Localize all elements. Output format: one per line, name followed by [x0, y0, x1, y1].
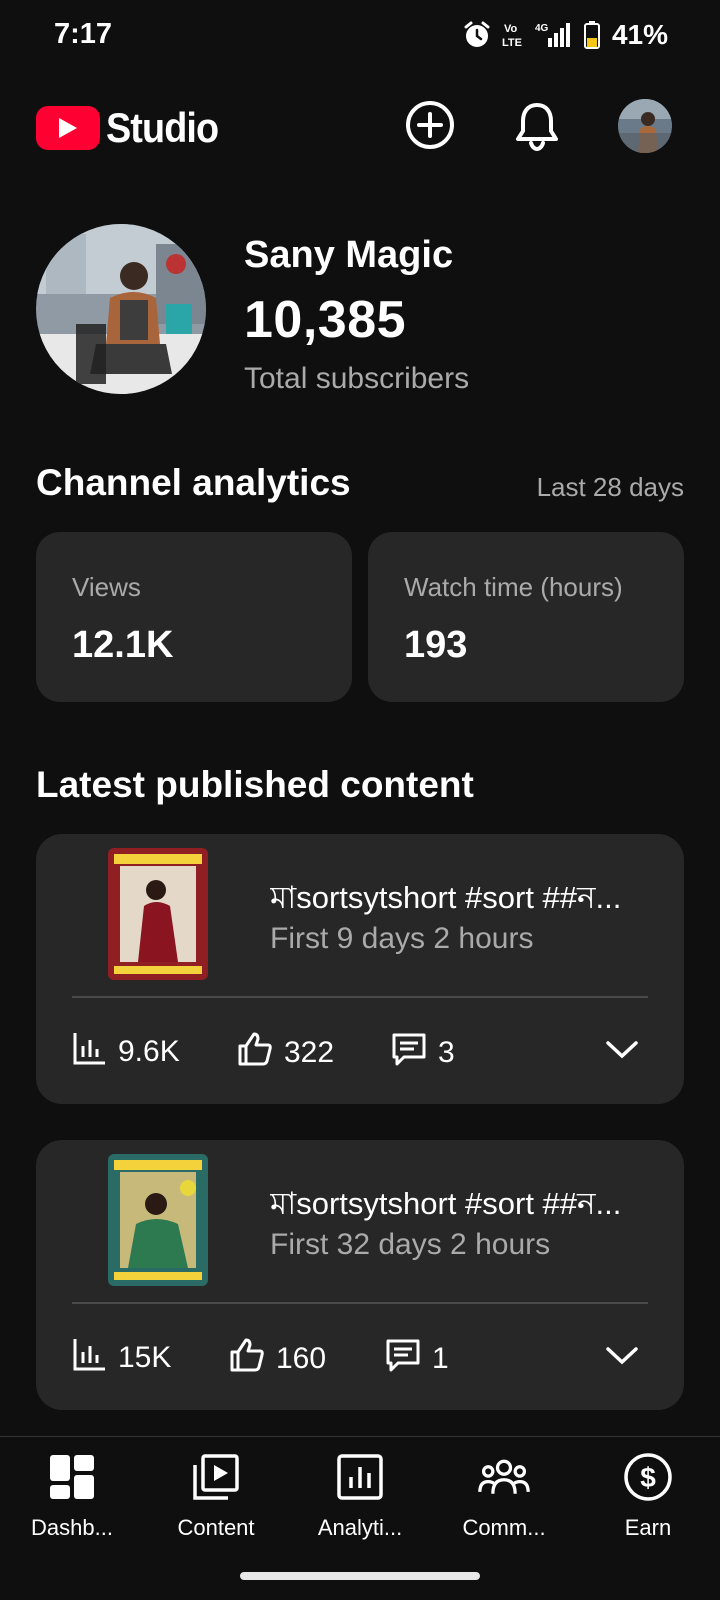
app-header: Studio [0, 92, 720, 162]
metric-label: Watch time (hours) [404, 572, 623, 602]
bar-chart-icon [72, 1030, 108, 1074]
community-icon [478, 1451, 530, 1503]
signal-icon: 4G [534, 20, 574, 50]
volte-icon: Vo LTE [501, 20, 525, 50]
channel-avatar[interactable] [36, 224, 206, 394]
comments-stat: 1 [384, 1336, 449, 1382]
likes-count: 322 [284, 1036, 335, 1069]
bell-icon [513, 99, 561, 156]
nav-label: Dashb... [31, 1515, 113, 1540]
channel-profile: Sany Magic 10,385 Total subscribers [36, 224, 684, 396]
studio-logo[interactable]: Studio [36, 104, 231, 152]
nav-analytics[interactable]: Analyti... [288, 1451, 432, 1561]
thumbs-up-icon [236, 1030, 274, 1076]
content-icon [190, 1451, 242, 1503]
plus-circle-icon [404, 99, 456, 156]
bar-chart-icon [72, 1336, 108, 1380]
thumbs-up-icon [228, 1336, 266, 1382]
views-stat: 15K [72, 1336, 171, 1380]
video-period: First 32 days 2 hours [270, 1228, 551, 1261]
create-button[interactable] [403, 100, 457, 154]
views-stat: 9.6K [72, 1030, 180, 1074]
subscriber-count: 10,385 [244, 291, 407, 349]
likes-stat: 160 [228, 1336, 326, 1382]
video-title: মাsortsytshort #sort ##ন... [270, 880, 622, 915]
views-count: 9.6K [118, 1035, 180, 1068]
divider [72, 1302, 648, 1304]
status-bar: 7:17 Vo LTE 4G 41% [0, 0, 720, 72]
divider [72, 996, 648, 998]
account-avatar[interactable] [618, 99, 672, 153]
svg-text:4G: 4G [535, 23, 549, 34]
subscriber-label: Total subscribers [244, 362, 470, 395]
app-name: Studio [106, 104, 219, 151]
likes-count: 160 [276, 1342, 327, 1375]
content-card[interactable]: মাsortsytshort #sort ##ন... First 32 day… [36, 1140, 684, 1410]
analytics-icon [334, 1451, 386, 1503]
likes-stat: 322 [236, 1030, 334, 1076]
nav-label: Content [177, 1515, 255, 1540]
svg-text:LTE: LTE [502, 37, 522, 49]
nav-dashboard[interactable]: Dashb... [0, 1451, 144, 1561]
comments-count: 3 [438, 1036, 455, 1069]
chevron-down-icon [605, 1040, 639, 1065]
svg-text:$: $ [640, 1462, 656, 1493]
views-card[interactable]: Views 12.1K [36, 532, 352, 702]
alarm-icon [462, 20, 492, 50]
comment-icon [390, 1030, 428, 1076]
youtube-play-icon [36, 106, 100, 150]
watch-time-card[interactable]: Watch time (hours) 193 [368, 532, 684, 702]
home-indicator[interactable] [240, 1572, 480, 1580]
video-thumbnail[interactable] [108, 1154, 208, 1286]
metric-value: 193 [404, 624, 468, 666]
status-icons: Vo LTE 4G 41% [462, 18, 668, 52]
analytics-period: Last 28 days [536, 472, 684, 502]
battery-percent: 41% [611, 19, 668, 50]
latest-content-title: Latest published content [36, 764, 474, 805]
dashboard-icon [46, 1451, 98, 1503]
comment-icon [384, 1336, 422, 1382]
expand-button[interactable] [602, 1032, 642, 1072]
battery-icon [583, 20, 601, 50]
content-card[interactable]: মাsortsytshort #sort ##ন... First 9 days… [36, 834, 684, 1104]
analytics-title: Channel analytics [36, 462, 351, 503]
earn-icon: $ [622, 1451, 674, 1503]
metric-value: 12.1K [72, 624, 174, 666]
nav-earn[interactable]: $ Earn [576, 1451, 720, 1561]
nav-content[interactable]: Content [144, 1451, 288, 1561]
comments-stat: 3 [390, 1030, 455, 1076]
svg-text:Vo: Vo [504, 23, 518, 35]
video-period: First 9 days 2 hours [270, 922, 534, 955]
status-time: 7:17 [54, 18, 113, 50]
video-thumbnail[interactable] [108, 848, 208, 980]
video-title: মাsortsytshort #sort ##ন... [270, 1186, 622, 1221]
comments-count: 1 [432, 1342, 449, 1375]
nav-label: Earn [624, 1515, 672, 1540]
notifications-button[interactable] [510, 100, 564, 154]
nav-label: Comm... [462, 1515, 546, 1540]
expand-button[interactable] [602, 1338, 642, 1378]
metric-label: Views [72, 572, 141, 602]
chevron-down-icon [605, 1346, 639, 1371]
nav-community[interactable]: Comm... [432, 1451, 576, 1561]
nav-label: Analyti... [317, 1515, 403, 1540]
views-count: 15K [118, 1341, 172, 1374]
channel-name: Sany Magic [244, 234, 454, 276]
